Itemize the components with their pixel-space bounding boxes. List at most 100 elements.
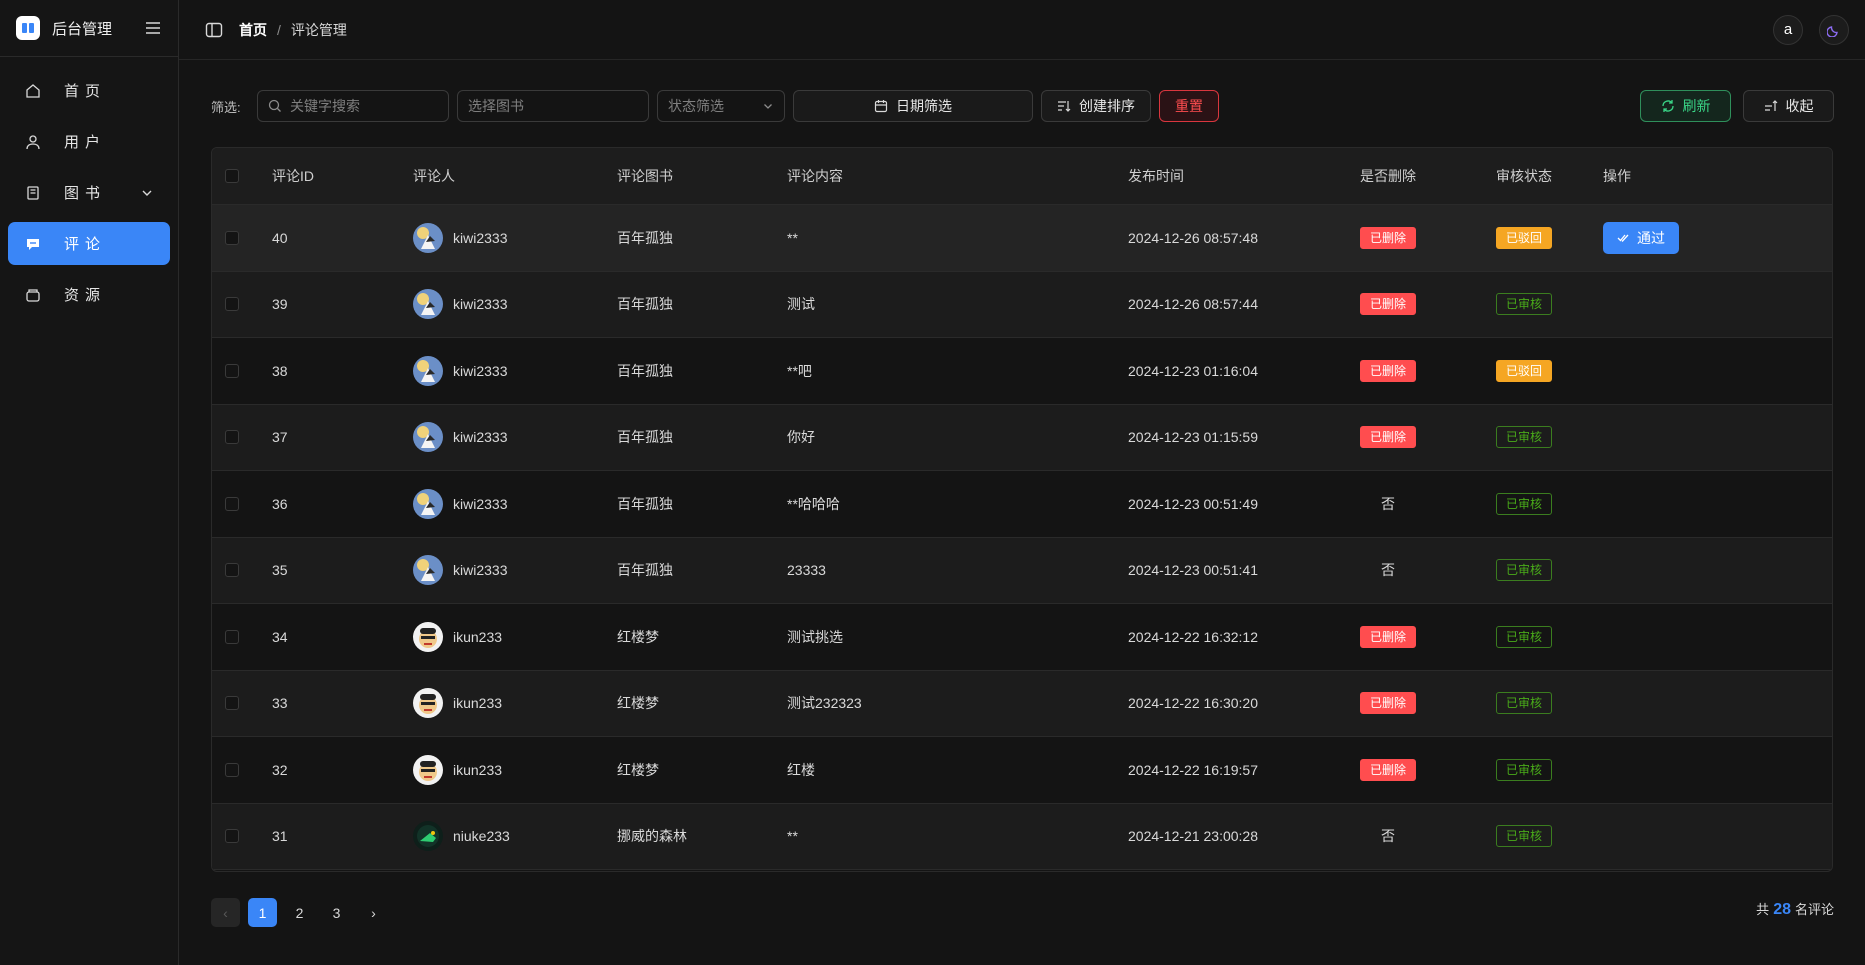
review-status-badge: 已审核 bbox=[1496, 293, 1553, 316]
deleted-value: 否 bbox=[1381, 828, 1395, 845]
review-status-badge: 已审核 bbox=[1496, 492, 1553, 515]
review-status-badge: 已驳回 bbox=[1496, 226, 1553, 249]
table-row[interactable]: 39 kiwi2333 百年孤独 测试 2024-12-26 08:57:44 已删除 已审… bbox=[212, 271, 1832, 338]
publish-time: 2024-12-23 01:16:04 bbox=[1128, 362, 1258, 379]
comment-content: 你好 bbox=[787, 429, 815, 446]
approve-button[interactable]: 通过 bbox=[1603, 221, 1679, 254]
row-checkbox[interactable] bbox=[225, 430, 239, 445]
comment-id: 40 bbox=[272, 229, 288, 246]
reset-button[interactable]: 重置 bbox=[1159, 90, 1219, 122]
table-row[interactable]: 36 kiwi2333 百年孤独 **哈哈哈 2024-12-23 00:51:49 否 已… bbox=[212, 471, 1832, 538]
publish-time: 2024-12-22 16:19:57 bbox=[1128, 761, 1258, 778]
commenter-name: kiwi2333 bbox=[453, 495, 508, 512]
table-row[interactable]: 32 ikun233 红楼梦 红楼 2024-12-22 16:19:57 已删除 已审核 bbox=[212, 737, 1832, 804]
brand: 后台管理 bbox=[0, 0, 178, 57]
book-select[interactable]: 选择图书 bbox=[457, 90, 649, 122]
sort-button[interactable]: 创建排序 bbox=[1041, 90, 1151, 122]
prev-page-button[interactable]: ‹ bbox=[211, 898, 240, 927]
table-row[interactable]: 34 ikun233 红楼梦 测试挑选 2024-12-22 16:32:12 已删除 已审… bbox=[212, 604, 1832, 671]
date-filter-label: 日期筛选 bbox=[896, 98, 952, 114]
row-checkbox[interactable] bbox=[225, 762, 239, 777]
table-row[interactable]: 37 kiwi2333 百年孤独 你好 2024-12-23 01:15:59 已删除 已审… bbox=[212, 404, 1832, 471]
commenter-name: kiwi2333 bbox=[453, 296, 508, 313]
sidebar-item-books[interactable]: 图书 bbox=[8, 171, 170, 214]
row-checkbox[interactable] bbox=[225, 629, 239, 644]
next-page-button[interactable]: › bbox=[359, 898, 388, 927]
sidebar-item-label: 资源 bbox=[64, 287, 107, 304]
sidebar-item-home[interactable]: 首页 bbox=[8, 69, 170, 112]
page-button[interactable]: 3 bbox=[322, 898, 351, 927]
theme-toggle-button[interactable] bbox=[1819, 14, 1849, 45]
home-icon bbox=[24, 82, 42, 100]
comment-icon bbox=[24, 235, 42, 253]
avatar bbox=[413, 821, 443, 852]
table-header-row: 评论ID 评论人 评论图书 评论内容 发布时间 是否删除 审核状态 操作 bbox=[212, 148, 1832, 205]
row-checkbox[interactable] bbox=[225, 829, 239, 844]
sidebar-item-users[interactable]: 用户 bbox=[8, 120, 170, 163]
table-row[interactable]: 31 niuke233 挪威的森林 ** 2024-12-21 23:00:28 否 已审核 bbox=[212, 803, 1832, 870]
filter-toolbar: 筛选: 关键字搜索 选择图书 状态筛选 日期筛选 创建排序 重置 刷新 收起 bbox=[211, 90, 1834, 122]
deleted-badge: 已删除 bbox=[1360, 426, 1417, 449]
comment-content: ** bbox=[787, 229, 798, 246]
collapse-button[interactable]: 收起 bbox=[1743, 90, 1834, 122]
table-row[interactable]: 38 kiwi2333 百年孤独 **吧 2024-12-23 01:16:04 已删除 已… bbox=[212, 338, 1832, 405]
sidebar-item-label: 用户 bbox=[64, 134, 107, 151]
page-button[interactable]: 2 bbox=[285, 898, 314, 927]
publish-time: 2024-12-23 00:51:49 bbox=[1128, 495, 1258, 512]
moon-icon bbox=[1827, 25, 1838, 37]
page-button[interactable]: 1 bbox=[248, 898, 277, 927]
row-checkbox[interactable] bbox=[225, 496, 239, 511]
row-checkbox[interactable] bbox=[225, 563, 239, 578]
publish-time: 2024-12-26 08:57:48 bbox=[1128, 229, 1258, 246]
commenter-name: ikun233 bbox=[453, 695, 503, 712]
table-row[interactable]: 40 kiwi2333 百年孤独 ** 2024-12-26 08:57:48 已删除 已驳… bbox=[212, 205, 1832, 272]
row-checkbox[interactable] bbox=[225, 230, 239, 245]
column-header: 评论内容 bbox=[787, 168, 843, 184]
total-suffix: 名评论 bbox=[1794, 902, 1834, 917]
sort-icon bbox=[1058, 101, 1071, 112]
column-header: 评论人 bbox=[413, 168, 455, 184]
menu-icon[interactable] bbox=[144, 19, 162, 37]
sidebar-item-comments[interactable]: 评论 bbox=[8, 222, 170, 265]
book-logo-icon bbox=[16, 16, 40, 40]
refresh-button[interactable]: 刷新 bbox=[1640, 90, 1731, 122]
column-header: 是否删除 bbox=[1360, 168, 1416, 184]
header-actions: a bbox=[1773, 14, 1849, 45]
comment-content: 测试232323 bbox=[787, 695, 862, 712]
collapse-icon bbox=[1764, 100, 1777, 111]
column-header: 操作 bbox=[1603, 168, 1631, 184]
comment-id: 36 bbox=[272, 495, 288, 512]
deleted-badge: 已删除 bbox=[1360, 293, 1417, 316]
book-title: 百年孤独 bbox=[617, 562, 673, 579]
row-checkbox[interactable] bbox=[225, 363, 239, 378]
breadcrumb-home[interactable]: 首页 bbox=[239, 20, 267, 40]
row-checkbox[interactable] bbox=[225, 696, 239, 711]
keyword-search-input[interactable]: 关键字搜索 bbox=[257, 90, 449, 122]
review-status-badge: 已审核 bbox=[1496, 426, 1553, 449]
commenter-name: ikun233 bbox=[453, 628, 503, 645]
row-checkbox[interactable] bbox=[225, 297, 239, 312]
sidebar-item-label: 首页 bbox=[64, 83, 107, 100]
user-avatar-button[interactable]: a bbox=[1773, 14, 1803, 45]
comment-id: 33 bbox=[272, 695, 288, 712]
commenter-name: ikun233 bbox=[453, 761, 503, 778]
review-status-badge: 已审核 bbox=[1496, 559, 1553, 582]
collapse-label: 收起 bbox=[1785, 98, 1814, 114]
table-row[interactable]: 33 ikun233 红楼梦 测试232323 2024-12-22 16:30:20 已… bbox=[212, 670, 1832, 737]
sidebar-item-resources[interactable]: 资源 bbox=[8, 273, 170, 316]
comment-id: 32 bbox=[272, 761, 288, 778]
review-status-badge: 已审核 bbox=[1496, 692, 1553, 715]
resource-icon bbox=[24, 286, 42, 304]
chevron-down-icon bbox=[764, 104, 772, 109]
commenter-name: kiwi2333 bbox=[453, 429, 508, 446]
comment-id: 39 bbox=[272, 296, 288, 313]
table-row[interactable]: 35 kiwi2333 百年孤独 23333 2024-12-23 00:51:41 否 已… bbox=[212, 537, 1832, 604]
select-all-checkbox[interactable] bbox=[225, 169, 239, 183]
deleted-value: 否 bbox=[1381, 495, 1395, 512]
date-filter-button[interactable]: 日期筛选 bbox=[793, 90, 1033, 122]
avatar bbox=[413, 555, 443, 586]
sidebar-toggle-icon[interactable] bbox=[205, 21, 223, 39]
review-status-badge: 已驳回 bbox=[1496, 359, 1553, 382]
status-select[interactable]: 状态筛选 bbox=[657, 90, 785, 122]
book-title: 百年孤独 bbox=[617, 495, 673, 512]
